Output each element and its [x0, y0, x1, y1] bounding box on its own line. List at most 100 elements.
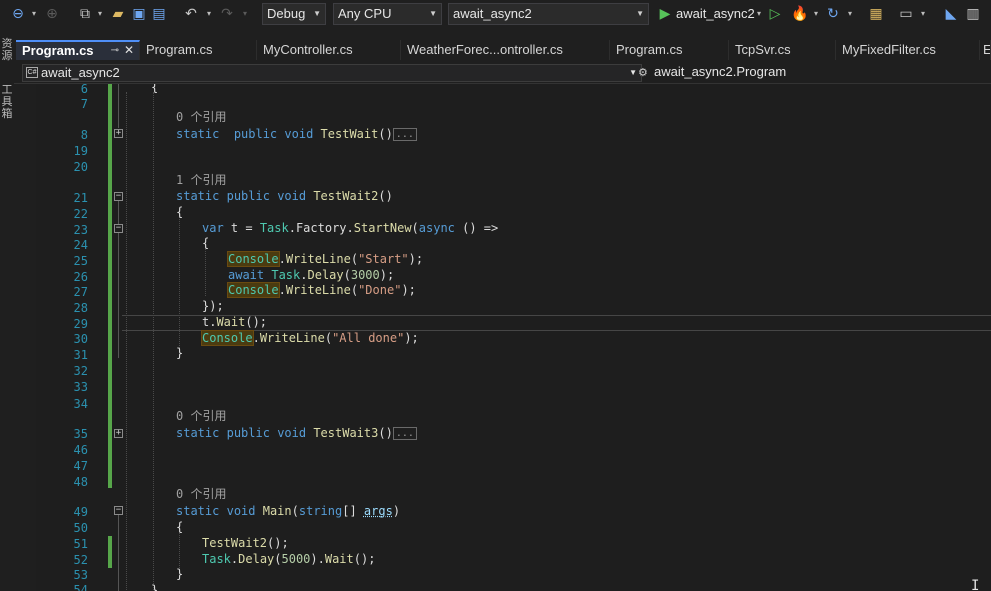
- code-line: static void Main(string[] args): [176, 504, 401, 518]
- chevron-down-icon: ▼: [313, 9, 321, 18]
- new-item-icon[interactable]: ⧉: [76, 5, 94, 23]
- line-number: 46: [73, 443, 88, 457]
- collapse-region-button[interactable]: −: [114, 224, 123, 233]
- code-line: {: [176, 205, 184, 219]
- code-editor[interactable]: 6 7 8 19 20 21 22 23 24 25 26 27 28 29 3…: [14, 84, 991, 591]
- pin-icon[interactable]: ▥: [964, 5, 982, 23]
- restart-dropdown-icon[interactable]: ▾: [846, 6, 854, 22]
- tab-label: Program.cs: [22, 43, 94, 58]
- codelens-references[interactable]: 0 个引用: [176, 409, 226, 423]
- expand-region-button[interactable]: +: [114, 129, 123, 138]
- code-line: static public void TestWait()...: [176, 127, 417, 141]
- line-number: 33: [73, 380, 88, 394]
- codelens-references[interactable]: 1 个引用: [176, 173, 226, 187]
- undo-icon[interactable]: ↶: [182, 5, 200, 23]
- configuration-select[interactable]: Debug ▼: [262, 3, 326, 25]
- code-line: Console.WriteLine("Done");: [227, 282, 416, 298]
- line-number: 30: [73, 332, 88, 346]
- code-line: await Task.Delay(3000);: [228, 268, 395, 282]
- document-tabs: Program.cs ⊸ ✕ Program.cs MyController.c…: [14, 40, 991, 60]
- code-line: }: [176, 346, 184, 360]
- line-number: 51: [73, 537, 88, 551]
- tab-overflow[interactable]: E: [980, 40, 991, 60]
- hot-reload-icon[interactable]: 🔥: [791, 5, 809, 23]
- code-line: }: [151, 583, 159, 591]
- platform-select[interactable]: Any CPU ▼: [333, 3, 442, 25]
- tab-program-cs[interactable]: Program.cs: [610, 40, 729, 60]
- layout-dropdown-icon[interactable]: ▾: [919, 6, 927, 22]
- method-name: Main: [262, 504, 292, 518]
- forward-icon[interactable]: ⊕: [43, 5, 61, 23]
- back-dropdown-icon[interactable]: ▾: [30, 6, 38, 22]
- layout-icon[interactable]: ▭: [897, 5, 915, 23]
- tab-tcpsvr-cs[interactable]: TcpSvr.cs: [729, 40, 836, 60]
- method-name: TestWait: [320, 127, 379, 141]
- class-icon: ⚙: [638, 67, 648, 79]
- redo-icon[interactable]: ↷: [218, 5, 236, 23]
- tab-myfixedfilter-cs[interactable]: MyFixedFilter.cs: [836, 40, 980, 60]
- startup-project-value: await_async2: [453, 6, 532, 21]
- line-number: 28: [73, 301, 88, 315]
- tab-label: Program.cs: [616, 42, 683, 57]
- start-debug-button[interactable]: await_async2: [676, 4, 755, 24]
- configuration-value: Debug: [267, 6, 306, 21]
- string-literal: "Done": [358, 283, 402, 297]
- line-number: 34: [73, 397, 88, 411]
- project-name: await_async2: [41, 65, 120, 80]
- code-line: TestWait2();: [202, 536, 289, 550]
- collapsed-region[interactable]: ...: [392, 128, 417, 141]
- project-dropdown[interactable]: C# await_async2 ▼: [22, 64, 642, 82]
- collapse-region-button[interactable]: −: [114, 192, 123, 201]
- close-icon[interactable]: ✕: [124, 42, 134, 59]
- new-item-dropdown-icon[interactable]: ▾: [96, 6, 104, 22]
- tab-program-cs-active[interactable]: Program.cs ⊸ ✕: [16, 40, 140, 60]
- save-all-icon[interactable]: ▤: [150, 5, 168, 23]
- line-number: 26: [73, 270, 88, 284]
- method-name: TestWait3: [313, 426, 379, 440]
- startup-project-select[interactable]: await_async2 ▼: [448, 3, 649, 25]
- tab-program-cs[interactable]: Program.cs: [140, 40, 257, 60]
- start-dropdown-icon[interactable]: ▾: [755, 6, 763, 22]
- undo-dropdown-icon[interactable]: ▾: [205, 6, 213, 22]
- chevron-down-icon: ▼: [636, 9, 644, 18]
- number-literal: 5000: [281, 552, 311, 566]
- fold-line: [118, 198, 119, 358]
- line-number: 47: [73, 459, 88, 473]
- codelens-references[interactable]: 0 个引用: [176, 110, 226, 124]
- expand-region-button[interactable]: +: [114, 429, 123, 438]
- line-number: 35: [73, 427, 88, 441]
- tab-weatherforecast-controller-cs[interactable]: WeatherForec...ontroller.cs: [401, 40, 610, 60]
- start-icon[interactable]: ▶: [656, 5, 674, 23]
- redo-dropdown-icon[interactable]: ▾: [241, 6, 249, 22]
- class-dropdown[interactable]: ⚙ await_async2.Program: [636, 64, 991, 82]
- restart-icon[interactable]: ↻: [824, 5, 842, 23]
- hot-reload-dropdown-icon[interactable]: ▾: [812, 6, 820, 22]
- codelens-references[interactable]: 0 个引用: [176, 487, 226, 501]
- tab-mycontroller-cs[interactable]: MyController.cs: [257, 40, 401, 60]
- line-number: 52: [73, 553, 88, 567]
- line-number: 27: [73, 285, 88, 299]
- tab-label: MyFixedFilter.cs: [842, 42, 936, 57]
- side-tab-toolbox[interactable]: 工具箱: [1, 84, 13, 120]
- code-line: t.Wait();: [202, 315, 268, 329]
- tab-label: MyController.cs: [263, 42, 353, 57]
- line-number: 50: [73, 521, 88, 535]
- step-icon[interactable]: ◣: [942, 5, 960, 23]
- save-icon[interactable]: ▣: [130, 5, 148, 23]
- mouse-cursor-icon: I: [971, 578, 980, 591]
- string-literal: "Start": [358, 252, 409, 266]
- solution-explorer-icon[interactable]: ▦: [867, 5, 885, 23]
- line-number: 24: [73, 238, 88, 252]
- code-line: Console.WriteLine("All done");: [201, 330, 419, 346]
- code-line: var t = Task.Factory.StartNew(async () =…: [202, 221, 499, 235]
- indent-guide: [153, 92, 154, 591]
- open-folder-icon[interactable]: ▰: [109, 5, 127, 23]
- tab-label: WeatherForec...ontroller.cs: [407, 42, 563, 57]
- start-without-debug-icon[interactable]: ▷: [766, 5, 784, 23]
- collapse-region-button[interactable]: −: [114, 506, 123, 515]
- pin-icon[interactable]: ⊸: [111, 42, 119, 59]
- collapsed-region[interactable]: ...: [392, 427, 417, 440]
- side-tab-resources[interactable]: 资源: [1, 38, 13, 62]
- line-number: 8: [80, 128, 88, 142]
- back-icon[interactable]: ⊖: [9, 5, 27, 23]
